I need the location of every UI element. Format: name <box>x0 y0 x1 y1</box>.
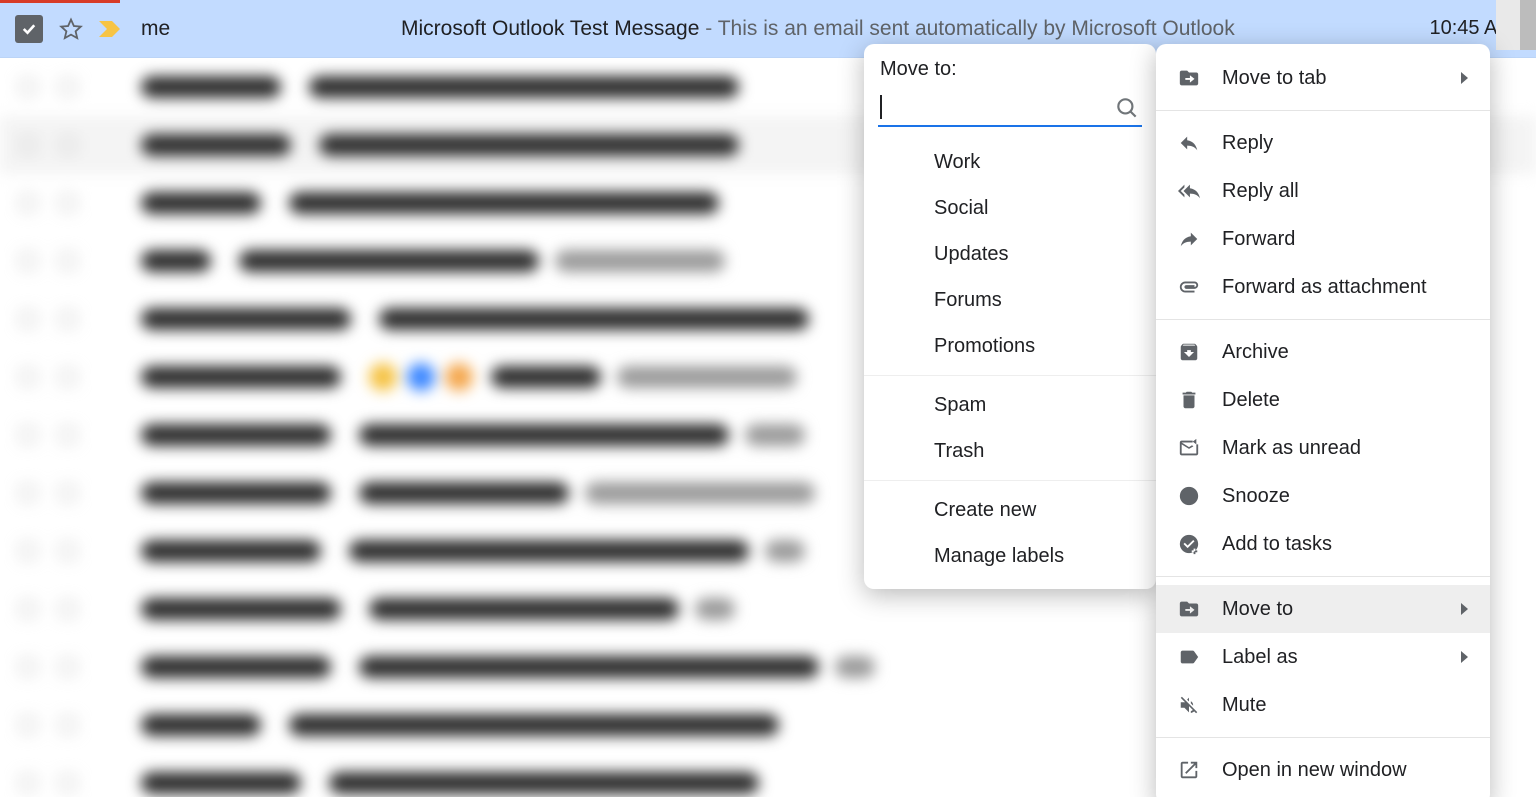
reply-icon <box>1178 132 1200 154</box>
menu-item-move-to-tab[interactable]: Move to tab <box>1156 54 1490 102</box>
move-to-title: Move to: <box>864 58 1156 87</box>
menu-item-label: Label as <box>1222 646 1439 669</box>
sender-name: me <box>141 17 401 41</box>
attachment-icon <box>1178 276 1200 298</box>
moveto-divider <box>864 375 1156 376</box>
folder-arrow-icon <box>1178 67 1200 89</box>
menu-item-mute[interactable]: Mute <box>1156 681 1490 729</box>
moveto-item-spam[interactable]: Spam <box>864 382 1156 428</box>
menu-item-label: Reply all <box>1222 180 1468 203</box>
moveto-item-manage-labels[interactable]: Manage labels <box>864 533 1156 579</box>
menu-item-forward-as-attachment[interactable]: Forward as attachment <box>1156 263 1490 311</box>
label-icon <box>1178 646 1200 668</box>
mark-unread-icon <box>1178 437 1200 459</box>
menu-item-label: Archive <box>1222 341 1468 364</box>
menu-item-label: Forward as attachment <box>1222 276 1468 299</box>
menu-item-move-to[interactable]: Move to <box>1156 585 1490 633</box>
menu-item-label: Open in new window <box>1222 759 1468 782</box>
menu-item-label: Delete <box>1222 389 1468 412</box>
menu-item-label: Move to <box>1222 598 1439 621</box>
moveto-item-trash[interactable]: Trash <box>864 428 1156 474</box>
menu-item-label: Forward <box>1222 228 1468 251</box>
moveto-item-work[interactable]: Work <box>864 139 1156 185</box>
move-to-search-wrap <box>878 91 1142 127</box>
moveto-item-forums[interactable]: Forums <box>864 277 1156 323</box>
menu-item-open-in-new-window[interactable]: Open in new window <box>1156 746 1490 794</box>
menu-item-label: Add to tasks <box>1222 533 1468 556</box>
menu-divider <box>1156 737 1490 738</box>
delete-icon <box>1178 389 1200 411</box>
menu-item-reply[interactable]: Reply <box>1156 119 1490 167</box>
text-caret <box>880 95 882 119</box>
menu-divider <box>1156 576 1490 577</box>
snooze-icon <box>1178 485 1200 507</box>
moveto-item-updates[interactable]: Updates <box>864 231 1156 277</box>
menu-item-archive[interactable]: Archive <box>1156 328 1490 376</box>
star-toggle[interactable] <box>57 17 85 41</box>
menu-item-label: Mark as unread <box>1222 437 1468 460</box>
subject-separator: - <box>699 17 717 40</box>
add-task-icon <box>1178 533 1200 555</box>
folder-arrow-icon <box>1178 598 1200 620</box>
move-to-submenu: Move to: WorkSocialUpdatesForumsPromotio… <box>864 44 1156 589</box>
scrollbar-gutter <box>1520 0 1536 50</box>
submenu-arrow-icon <box>1461 72 1468 84</box>
subject-cell: Microsoft Outlook Test Message - This is… <box>401 17 1416 41</box>
mute-icon <box>1178 694 1200 716</box>
submenu-arrow-icon <box>1461 651 1468 663</box>
menu-item-label: Mute <box>1222 694 1468 717</box>
importance-icon <box>98 19 124 39</box>
moveto-item-create-new[interactable]: Create new <box>864 487 1156 533</box>
loading-bar <box>0 0 120 3</box>
menu-item-delete[interactable]: Delete <box>1156 376 1490 424</box>
moveto-item-promotions[interactable]: Promotions <box>864 323 1156 369</box>
star-outline-icon <box>59 17 83 41</box>
menu-item-reply-all[interactable]: Reply all <box>1156 167 1490 215</box>
subject-text: Microsoft Outlook Test Message <box>401 17 699 40</box>
submenu-arrow-icon <box>1461 603 1468 615</box>
reply-all-icon <box>1178 180 1200 202</box>
menu-item-label: Snooze <box>1222 485 1468 508</box>
menu-item-add-to-tasks[interactable]: Add to tasks <box>1156 520 1490 568</box>
preview-text: This is an email sent automatically by M… <box>718 17 1235 40</box>
search-icon <box>1114 95 1140 121</box>
menu-item-label: Move to tab <box>1222 67 1439 90</box>
row-checkbox[interactable] <box>15 15 43 43</box>
archive-icon <box>1178 341 1200 363</box>
menu-item-label: Reply <box>1222 132 1468 155</box>
check-icon <box>20 20 38 38</box>
scrollbar-gutter-inner <box>1496 0 1520 50</box>
menu-divider <box>1156 319 1490 320</box>
moveto-item-social[interactable]: Social <box>864 185 1156 231</box>
menu-divider <box>1156 110 1490 111</box>
move-to-search-input[interactable] <box>878 91 1142 127</box>
forward-icon <box>1178 228 1200 250</box>
menu-item-snooze[interactable]: Snooze <box>1156 472 1490 520</box>
context-menu: Move to tab Reply Reply all Forward Forward … <box>1156 44 1490 797</box>
menu-item-mark-as-unread[interactable]: Mark as unread <box>1156 424 1490 472</box>
menu-item-label-as[interactable]: Label as <box>1156 633 1490 681</box>
open-new-icon <box>1178 759 1200 781</box>
moveto-divider <box>864 480 1156 481</box>
importance-marker[interactable] <box>97 19 125 39</box>
menu-item-forward[interactable]: Forward <box>1156 215 1490 263</box>
